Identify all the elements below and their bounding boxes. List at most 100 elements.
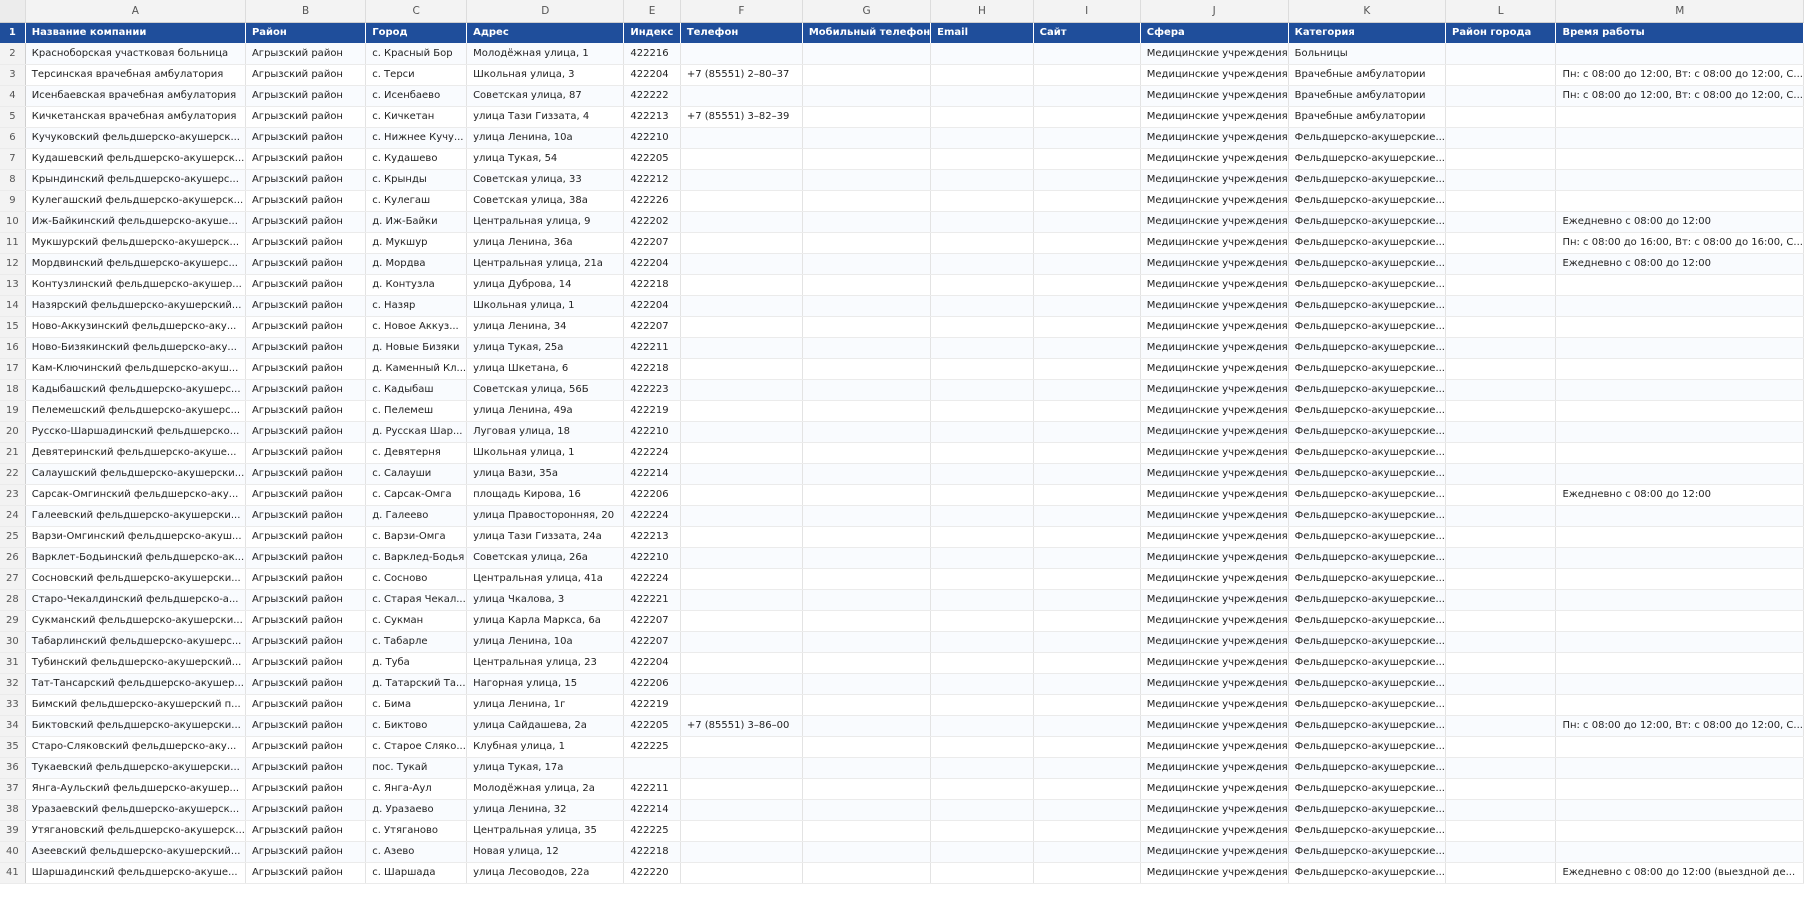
cell[interactable]: 422207 xyxy=(623,232,681,254)
header-cell[interactable]: Сфера xyxy=(1140,22,1289,43)
cell[interactable]: Фельдшерско-акушерские... xyxy=(1288,274,1446,296)
cell[interactable]: 422216 xyxy=(623,43,681,65)
table-row[interactable]: 5 Кичкетанская врачебная амбулатория Агрыз… xyxy=(0,106,1804,128)
cell[interactable] xyxy=(930,463,1034,485)
cell[interactable] xyxy=(1033,862,1141,884)
cell[interactable]: 422214 xyxy=(623,799,681,821)
select-all-corner[interactable] xyxy=(0,0,26,23)
cell[interactable] xyxy=(930,316,1034,338)
cell[interactable] xyxy=(802,295,932,317)
cell[interactable]: Медицинские учреждения xyxy=(1140,862,1289,884)
table-row[interactable]: 10 Иж-Байкинский фельдшерско-акуше... Агры… xyxy=(0,211,1804,233)
cell[interactable]: 422206 xyxy=(623,484,681,506)
cell[interactable] xyxy=(1033,64,1141,86)
cell[interactable] xyxy=(930,400,1034,422)
cell[interactable]: д. Контузла xyxy=(365,274,468,296)
row-number[interactable]: 10 xyxy=(0,211,26,233)
cell[interactable]: Медицинские учреждения xyxy=(1140,799,1289,821)
cell[interactable]: Центральная улица, 21а xyxy=(466,253,625,275)
row-number[interactable]: 35 xyxy=(0,736,26,758)
row-number[interactable]: 1 xyxy=(0,22,26,43)
table-row[interactable]: 4 Исенбаевская врачебная амбулатория Агрыз… xyxy=(0,85,1804,107)
row-number[interactable]: 5 xyxy=(0,106,26,128)
cell[interactable]: Уразаевский фельдшерско-акушерск... xyxy=(25,799,246,821)
cell[interactable]: д. Новые Бизяки xyxy=(365,337,468,359)
cell[interactable]: Азеевский фельдшерско-акушерский... xyxy=(25,841,246,863)
cell[interactable]: Школьная улица, 1 xyxy=(466,295,625,317)
cell[interactable] xyxy=(930,652,1034,674)
cell[interactable]: Фельдшерско-акушерские... xyxy=(1288,190,1446,212)
cell[interactable] xyxy=(680,820,803,842)
row-number[interactable]: 12 xyxy=(0,253,26,275)
cell[interactable]: Фельдшерско-акушерские... xyxy=(1288,442,1446,464)
cell[interactable]: Агрызский район xyxy=(245,274,367,296)
cell[interactable] xyxy=(1445,862,1557,884)
row-number[interactable]: 21 xyxy=(0,442,26,464)
spreadsheet[interactable]: ABCDEFGHIJKLM 1 Название компании Район Го… xyxy=(0,0,1804,902)
cell[interactable] xyxy=(1555,295,1804,317)
cell[interactable] xyxy=(1445,442,1557,464)
cell[interactable] xyxy=(930,778,1034,800)
cell[interactable] xyxy=(1445,526,1557,548)
row-number[interactable]: 14 xyxy=(0,295,26,317)
cell[interactable] xyxy=(680,211,803,233)
cell[interactable]: 422207 xyxy=(623,610,681,632)
cell[interactable]: Медицинские учреждения xyxy=(1140,148,1289,170)
cell[interactable] xyxy=(930,421,1034,443)
cell[interactable] xyxy=(1555,673,1804,695)
cell[interactable]: Агрызский район xyxy=(245,442,367,464)
cell[interactable]: Пелемешский фельдшерско-акушерс... xyxy=(25,400,246,422)
cell[interactable] xyxy=(1445,295,1557,317)
table-row[interactable]: 38 Уразаевский фельдшерско-акушерск... Агр… xyxy=(0,799,1804,821)
cell[interactable] xyxy=(680,316,803,338)
table-row[interactable]: 34 Биктовский фельдшерско-акушерски... Агр… xyxy=(0,715,1804,737)
cell[interactable] xyxy=(930,295,1034,317)
cell[interactable] xyxy=(1555,421,1804,443)
cell[interactable]: Агрызский район xyxy=(245,337,367,359)
row-number[interactable]: 8 xyxy=(0,169,26,191)
cell[interactable]: Школьная улица, 3 xyxy=(466,64,625,86)
cell[interactable] xyxy=(930,820,1034,842)
cell[interactable]: д. Мукшур xyxy=(365,232,468,254)
cell[interactable] xyxy=(680,631,803,653)
cell[interactable] xyxy=(680,127,803,149)
table-row[interactable]: 27 Сосновский фельдшерско-акушерски... Агр… xyxy=(0,568,1804,590)
cell[interactable]: Школьная улица, 1 xyxy=(466,442,625,464)
cell[interactable] xyxy=(1445,379,1557,401)
cell[interactable] xyxy=(1445,148,1557,170)
cell[interactable]: Крындинский фельдшерско-акушерс... xyxy=(25,169,246,191)
cell[interactable] xyxy=(930,379,1034,401)
cell[interactable] xyxy=(1445,736,1557,758)
cell[interactable] xyxy=(1033,211,1141,233)
cell[interactable]: Медицинские учреждения xyxy=(1140,169,1289,191)
cell[interactable]: Ежедневно с 08:00 до 12:00 xyxy=(1555,211,1804,233)
cell[interactable] xyxy=(802,694,932,716)
cell[interactable]: Агрызский район xyxy=(245,652,367,674)
cell[interactable]: Варзи-Омгинский фельдшерско-акуш... xyxy=(25,526,246,548)
cell[interactable] xyxy=(1445,589,1557,611)
column-header-h[interactable]: H xyxy=(930,0,1034,23)
cell[interactable]: Агрызский район xyxy=(245,568,367,590)
row-number[interactable]: 15 xyxy=(0,316,26,338)
cell[interactable]: Назярский фельдшерско-акушерский... xyxy=(25,295,246,317)
row-number[interactable]: 13 xyxy=(0,274,26,296)
cell[interactable] xyxy=(680,610,803,632)
cell[interactable]: с. Азево xyxy=(365,841,468,863)
cell[interactable] xyxy=(1445,715,1557,737)
cell[interactable]: Больницы xyxy=(1288,43,1446,65)
cell[interactable]: Медицинские учреждения xyxy=(1140,547,1289,569)
cell[interactable] xyxy=(680,232,803,254)
cell[interactable] xyxy=(680,442,803,464)
cell[interactable] xyxy=(1555,127,1804,149)
cell[interactable] xyxy=(1445,43,1557,65)
cell[interactable] xyxy=(680,148,803,170)
header-cell[interactable]: Сайт xyxy=(1033,22,1141,43)
cell[interactable]: Фельдшерско-акушерские... xyxy=(1288,127,1446,149)
cell[interactable]: 422224 xyxy=(623,442,681,464)
cell[interactable]: Агрызский район xyxy=(245,211,367,233)
cell[interactable]: 422204 xyxy=(623,652,681,674)
cell[interactable] xyxy=(1555,442,1804,464)
cell[interactable] xyxy=(802,106,932,128)
cell[interactable]: Фельдшерско-акушерские... xyxy=(1288,778,1446,800)
cell[interactable]: Агрызский район xyxy=(245,400,367,422)
